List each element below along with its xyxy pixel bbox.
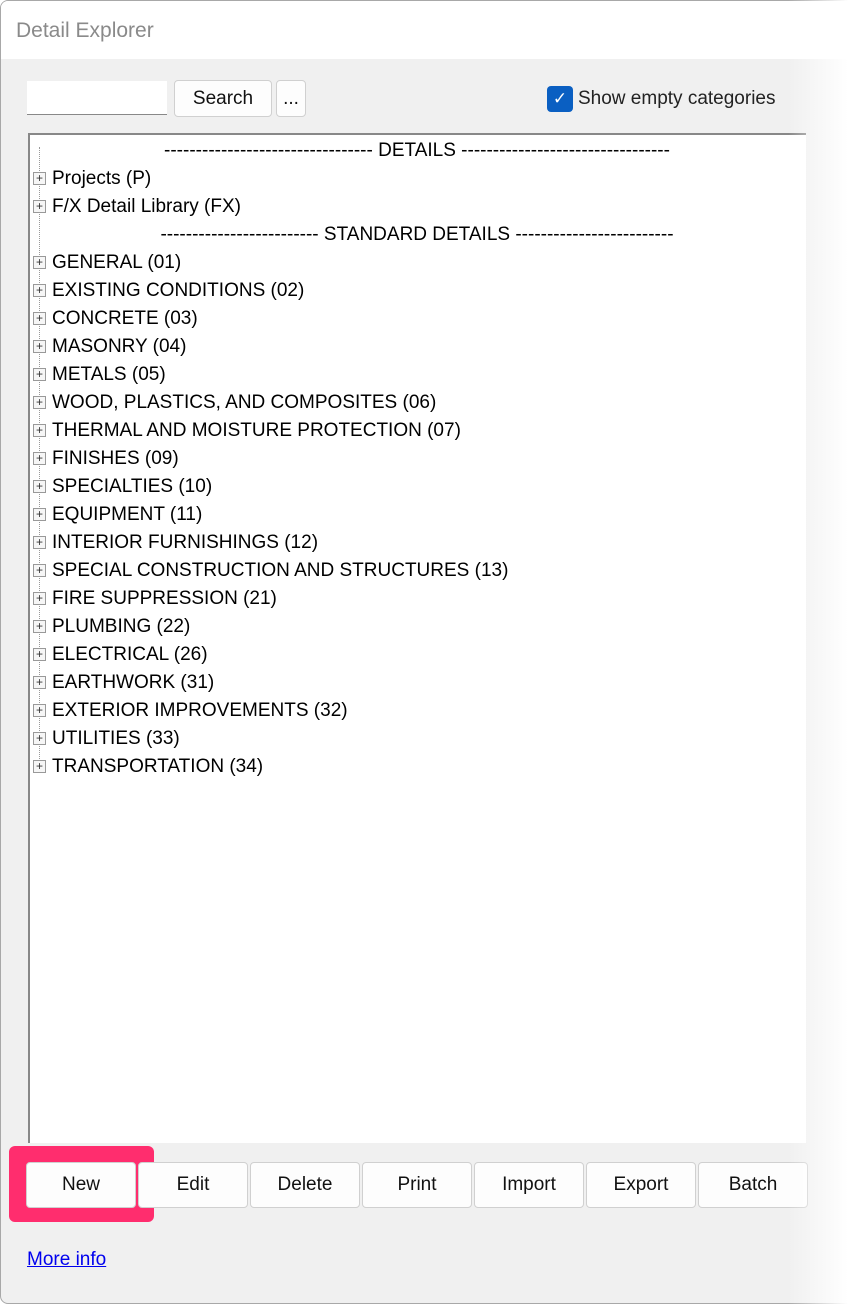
expand-plus-icon[interactable]: + (33, 312, 46, 325)
show-empty-label: Show empty categories (578, 88, 776, 109)
tree-node-label: SPECIAL CONSTRUCTION AND STRUCTURES (13) (52, 560, 509, 581)
delete-button[interactable]: Delete (250, 1162, 360, 1208)
tree-node-label: CONCRETE (03) (52, 308, 198, 329)
title-bar: Detail Explorer (1, 1, 848, 59)
expand-plus-icon[interactable]: + (33, 676, 46, 689)
expand-plus-icon[interactable]: + (33, 508, 46, 521)
tree-node-label: METALS (05) (52, 364, 166, 385)
tree-node-label: F/X Detail Library (FX) (52, 196, 241, 217)
tree-node-label: FINISHES (09) (52, 448, 179, 469)
tree-node-label: WOOD, PLASTICS, AND COMPOSITES (06) (52, 392, 437, 413)
tree-node-label: UTILITIES (33) (52, 728, 180, 749)
expand-plus-icon[interactable]: + (33, 424, 46, 437)
expand-plus-icon[interactable]: + (33, 732, 46, 745)
tree-node-label: INTERIOR FURNISHINGS (12) (52, 532, 319, 553)
checkmark-icon: ✓ (552, 89, 568, 108)
tree-node-label: EARTHWORK (31) (52, 672, 215, 693)
expand-plus-icon[interactable]: + (33, 760, 46, 773)
more-info-link[interactable]: More info (27, 1249, 106, 1271)
more-options-button[interactable]: ... (276, 80, 306, 117)
import-button[interactable]: Import (474, 1162, 584, 1208)
window-title: Detail Explorer (16, 19, 154, 42)
tree-node-label: FIRE SUPPRESSION (21) (52, 588, 277, 609)
expand-plus-icon[interactable]: + (33, 592, 46, 605)
expand-plus-icon[interactable]: + (33, 340, 46, 353)
expand-plus-icon[interactable]: + (33, 536, 46, 549)
expand-plus-icon[interactable]: + (33, 200, 46, 213)
expand-plus-icon[interactable]: + (33, 396, 46, 409)
tree-node-label: PLUMBING (22) (52, 616, 191, 637)
separator-label: --------------------------------- DETAIL… (164, 140, 670, 161)
tree-separator: ------------------------- STANDARD DETAI… (30, 221, 804, 249)
right-edge-fade (788, 0, 848, 1304)
print-button[interactable]: Print (362, 1162, 472, 1208)
category-tree[interactable]: --------------------------------- DETAIL… (28, 133, 806, 1143)
expand-plus-icon[interactable]: + (33, 452, 46, 465)
tree-node-label: EQUIPMENT (11) (52, 504, 203, 525)
expand-plus-icon[interactable]: + (33, 172, 46, 185)
expand-plus-icon[interactable]: + (33, 284, 46, 297)
expand-plus-icon[interactable]: + (33, 480, 46, 493)
export-button[interactable]: Export (586, 1162, 696, 1208)
expand-plus-icon[interactable]: + (33, 704, 46, 717)
expand-plus-icon[interactable]: + (33, 620, 46, 633)
separator-label: ------------------------- STANDARD DETAI… (160, 224, 674, 245)
tree-separator: --------------------------------- DETAIL… (30, 137, 804, 165)
expand-plus-icon[interactable]: + (33, 256, 46, 269)
tree-node-label: EXTERIOR IMPROVEMENTS (32) (52, 700, 348, 721)
tree-node-label: THERMAL AND MOISTURE PROTECTION (07) (52, 420, 461, 441)
expand-plus-icon[interactable]: + (33, 564, 46, 577)
tree-node-label: EXISTING CONDITIONS (02) (52, 280, 305, 301)
tree-node-label: ELECTRICAL (26) (52, 644, 208, 665)
tree-node-label: MASONRY (04) (52, 336, 187, 357)
tree-node-label: Projects (P) (52, 168, 152, 189)
detail-explorer-window: Detail Explorer Search ... ✓ Show empty … (0, 0, 848, 1304)
search-button[interactable]: Search (174, 80, 272, 117)
tree-node-label: SPECIALTIES (10) (52, 476, 213, 497)
expand-plus-icon[interactable]: + (33, 368, 46, 381)
edit-button[interactable]: Edit (138, 1162, 248, 1208)
tree-node-label: GENERAL (01) (52, 252, 182, 273)
tree-node-label: TRANSPORTATION (34) (52, 756, 264, 777)
search-input[interactable] (27, 81, 167, 115)
new-button[interactable]: New (26, 1162, 136, 1208)
show-empty-checkbox[interactable]: ✓ (547, 86, 573, 112)
expand-plus-icon[interactable]: + (33, 648, 46, 661)
